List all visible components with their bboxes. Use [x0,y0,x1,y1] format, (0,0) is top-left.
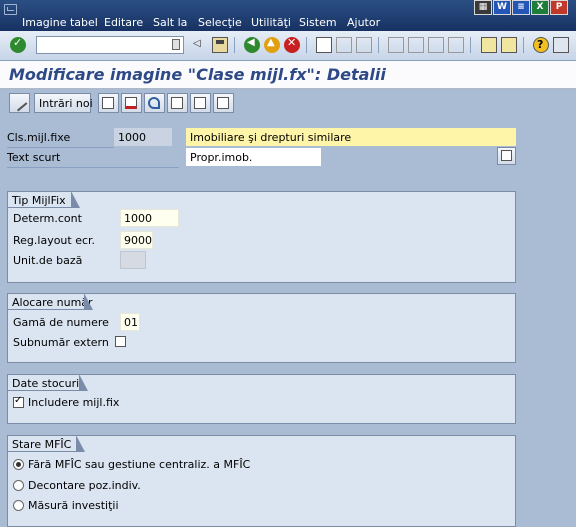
gama-field[interactable]: 01 [120,313,140,331]
toolbar-separator [523,37,524,53]
option-fara-mfic-radio[interactable] [13,459,24,470]
title-bar: Modificare imagine "Clase mijl.fx": Deta… [0,61,576,89]
menu-utilitati[interactable]: Utilităţi [251,16,291,29]
determ-label: Determ.cont [13,212,82,225]
pencil-glasses-icon [10,94,28,112]
option-fara-mfic-label: Fără MFÎC sau gestiune centraliz. a MFÎC [28,458,251,471]
toolbar-separator [470,37,471,53]
undo-icon [148,97,160,109]
next-entry-button[interactable] [190,93,211,113]
gama-label: Gamă de numere [13,316,109,329]
menu-ajutor[interactable]: Ajutor [347,16,380,29]
label-underline [7,147,114,148]
menu-salt-la[interactable]: Salt la [153,16,187,29]
new-entries-label: Intrări noi [39,97,93,110]
document-icon[interactable]: ≡ [512,0,530,15]
customize-layout-icon[interactable] [553,37,569,53]
display-change-button[interactable] [9,93,30,113]
back-icon[interactable]: ◀ [244,37,260,53]
group-tip-mijlfix: Tip MijlFix Determ.cont 1000 Reg.layout … [7,191,516,283]
menu-selectie[interactable]: Selecţie [198,16,242,29]
other-entry-button[interactable] [213,93,234,113]
enter-check-icon[interactable]: ✓ [10,36,26,53]
next-entry-icon [194,97,206,109]
new-session-icon[interactable] [481,37,497,53]
delete-button[interactable] [121,93,142,113]
application-toolbar: Intrări noi [0,89,576,117]
collapse-arrow-icon[interactable]: ◁ [192,37,202,53]
cls-field[interactable]: 1000 [114,128,172,146]
group-alocare-numar: Alocare număr Gamă de numere 01 Subnumăr… [7,293,516,363]
command-history-icon[interactable] [172,39,180,50]
first-page-icon[interactable] [388,37,404,53]
layout-menu-icon[interactable]: ▦ [474,0,492,15]
previous-page-icon[interactable] [408,37,424,53]
next-page-icon[interactable] [428,37,444,53]
determ-field[interactable]: 1000 [120,209,179,227]
system-menu-icon[interactable] [4,4,17,15]
cls-description: Imobiliare şi drepturi similare [186,128,516,146]
help-icon[interactable]: ? [533,37,549,53]
sub-label: Subnumăr extern [13,336,109,349]
last-page-icon[interactable] [448,37,464,53]
undo-change-button[interactable] [144,93,165,113]
group-title: Stare MFÎC [7,435,85,452]
unit-field[interactable] [120,251,146,269]
other-entry-icon [217,97,229,109]
menu-editare[interactable]: Editare [104,16,143,29]
sub-checkbox[interactable] [115,336,126,347]
layout-field[interactable]: 9000 [120,231,153,249]
toolbar-separator [234,37,235,53]
layout-label: Reg.layout ecr. [13,234,96,247]
toolbar-separator [306,37,307,53]
group-date-stocuri: Date stocuri Includere mijl.fix [7,374,516,424]
unit-label: Unit.de bază [13,254,83,267]
command-field[interactable] [36,36,184,54]
option-masura-label: Măsură investiţii [28,499,119,512]
word-icon[interactable]: W [493,0,511,15]
print-icon[interactable] [316,37,332,53]
label-underline [7,167,179,168]
previous-entry-icon [171,97,183,109]
group-title: Tip MijlFix [7,191,80,208]
option-decontare-radio[interactable] [13,480,24,491]
new-entries-button[interactable]: Intrări noi [34,93,93,113]
cancel-icon[interactable]: ✕ [284,36,300,53]
toolbar-separator [378,37,379,53]
edit-text-icon [501,150,512,161]
copy-icon [102,97,114,109]
standard-toolbar: ✓ ◁ ◀ ▲ ✕ ? [0,31,576,61]
previous-entry-button[interactable] [167,93,188,113]
include-checkbox[interactable] [13,395,24,408]
option-decontare-label: Decontare poz.indiv. [28,479,141,492]
delete-icon [125,97,137,109]
group-stare-mfic: Stare MFÎC Fără MFÎC sau gestiune centra… [7,435,516,527]
include-label: Includere mijl.fix [28,396,120,409]
find-icon[interactable] [336,37,352,53]
excel-icon[interactable]: X [531,0,549,15]
short-text-label: Text scurt [7,151,61,164]
short-text-field[interactable]: Propr.imob. [186,148,321,166]
group-title: Alocare număr [7,293,93,310]
cls-label: Cls.mijl.fixe [7,131,71,144]
copy-as-button[interactable] [98,93,119,113]
menu-bar: Imagine tabel Editare Salt la Selecţie U… [0,0,576,31]
group-title: Date stocuri [7,374,88,391]
menu-imagine-tabel[interactable]: Imagine tabel [22,16,98,29]
exit-icon[interactable]: ▲ [264,37,280,53]
powerpoint-icon[interactable]: P [550,0,568,15]
find-next-icon[interactable] [356,37,372,53]
page-title: Modificare imagine "Clase mijl.fx": Deta… [9,65,386,84]
create-shortcut-icon[interactable] [501,37,517,53]
menu-sistem[interactable]: Sistem [299,16,337,29]
option-masura-radio[interactable] [13,500,24,511]
save-icon[interactable] [212,37,228,53]
edit-text-button[interactable] [497,147,516,165]
